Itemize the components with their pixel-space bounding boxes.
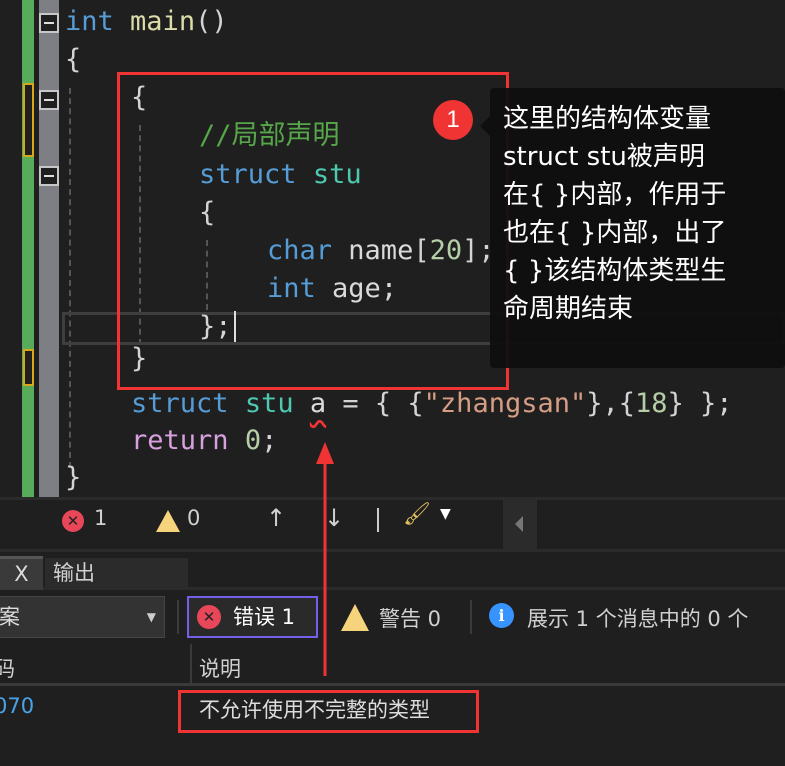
code-line: { <box>65 44 82 75</box>
warning-icon <box>341 604 369 631</box>
column-header-description[interactable]: 说明 <box>199 653 241 683</box>
close-icon[interactable]: X <box>0 556 43 590</box>
error-list-toolbar: 案 ▼ ✕ 错误 1 警告 0 i 展示 1 个消息中的 0 个 <box>0 590 785 642</box>
collapse-icon[interactable] <box>39 90 59 110</box>
callout-line: 也在{ }内部，出了 <box>503 218 727 248</box>
info-icon: i <box>489 603 514 628</box>
cleanup-brush-icon[interactable]: 🖌 <box>403 502 431 527</box>
callout-line: 这里的结构体变量 <box>503 104 712 134</box>
code-line: int main() <box>65 6 228 37</box>
chevron-down-icon[interactable]: ▼ <box>440 506 451 522</box>
warning-count[interactable]: 0 <box>187 506 200 530</box>
divider <box>177 600 179 634</box>
annotation-arrow <box>316 442 334 676</box>
editor-status-bar: ✕ 1 0 ↑ ↓ 🖌 ▼ <box>0 497 785 552</box>
arrow-up-icon[interactable]: ↑ <box>266 504 286 532</box>
column-divider[interactable] <box>190 644 192 684</box>
annotation-callout: 这里的结构体变量 struct stu被声明 在{ }内部，作用于 也在{ }内… <box>480 88 785 368</box>
callout-line: 命周期结束 <box>503 294 634 324</box>
callout-line: 在{ }内部，作用于 <box>503 180 727 210</box>
callout-line: { }该结构体类型生 <box>503 256 727 286</box>
error-list-header: 码 说明 <box>0 644 785 686</box>
code-line: struct stu a = { {"zhangsan"},{18} }; <box>131 388 733 419</box>
code-line: } <box>65 462 82 493</box>
callout-line: struct stu被声明 <box>503 142 705 172</box>
error-icon[interactable]: ✕ <box>62 510 84 532</box>
indent-guide <box>69 88 71 468</box>
panel-tab-strip: X 输出 <box>0 552 785 590</box>
messages-filter-button[interactable]: 展示 1 个消息中的 0 个 <box>527 603 748 633</box>
scroll-left-button[interactable] <box>503 500 537 549</box>
error-icon: ✕ <box>197 605 221 629</box>
divider <box>470 600 472 634</box>
collapse-icon[interactable] <box>39 166 59 186</box>
annotation-badge: 1 <box>433 100 473 140</box>
chevron-down-icon: ▼ <box>146 610 156 624</box>
unsaved-change-marker <box>23 83 34 157</box>
unsaved-change-marker <box>23 349 34 386</box>
collapse-icon[interactable] <box>39 13 59 33</box>
code-line: return 0; <box>131 425 278 456</box>
warning-icon[interactable] <box>156 510 180 532</box>
outline-margin <box>39 0 59 497</box>
column-header-code[interactable]: 码 <box>0 653 15 683</box>
error-squiggle: a <box>309 388 327 419</box>
error-code-link[interactable]: 070 <box>0 694 34 718</box>
errors-filter-button[interactable]: ✕ 错误 1 <box>187 596 318 638</box>
annotation-highlight-box <box>178 690 479 733</box>
error-count[interactable]: 1 <box>94 506 107 530</box>
scope-dropdown[interactable]: 案 ▼ <box>0 596 165 638</box>
warnings-filter-button[interactable]: 警告 0 <box>379 603 441 633</box>
change-indicator <box>22 0 34 497</box>
tab-output[interactable]: 输出 <box>45 558 188 590</box>
divider <box>377 508 379 532</box>
